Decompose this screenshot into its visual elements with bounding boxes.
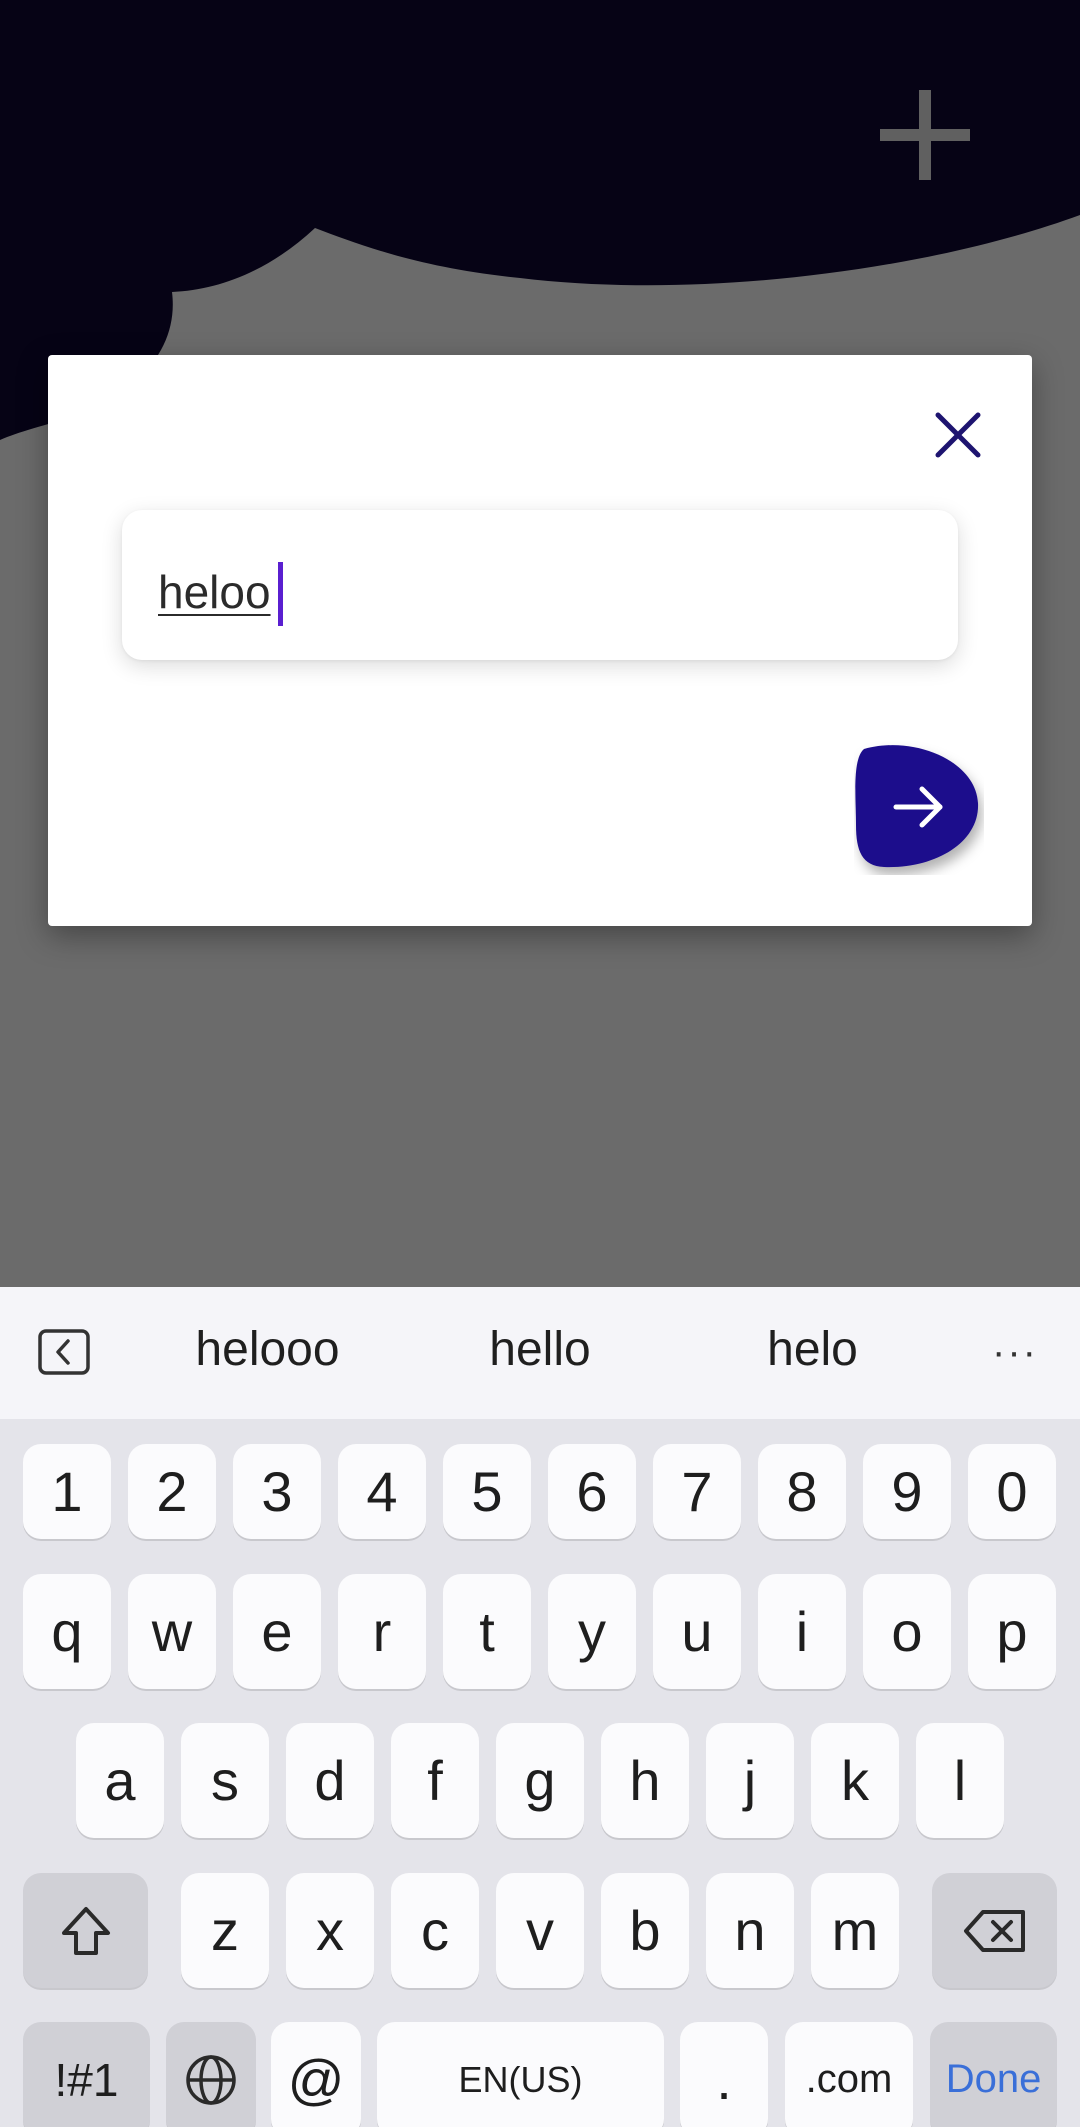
key-2[interactable]: 2	[128, 1444, 216, 1539]
key-0[interactable]: 0	[968, 1444, 1056, 1539]
ellipsis-icon[interactable]: ···	[990, 1327, 1040, 1377]
key-q[interactable]: q	[23, 1574, 111, 1689]
key-5[interactable]: 5	[443, 1444, 531, 1539]
key-c[interactable]: c	[391, 1873, 479, 1988]
input-dialog: heloo	[48, 355, 1032, 926]
key-8[interactable]: 8	[758, 1444, 846, 1539]
at-key[interactable]: @	[271, 2022, 361, 2127]
text-caret	[278, 562, 283, 626]
key-n[interactable]: n	[706, 1873, 794, 1988]
key-a[interactable]: a	[76, 1723, 164, 1838]
key-w[interactable]: w	[128, 1574, 216, 1689]
suggestion-item[interactable]: hello	[420, 1322, 660, 1377]
close-icon	[935, 412, 981, 458]
chevron-left-icon	[38, 1329, 90, 1375]
key-f[interactable]: f	[391, 1723, 479, 1838]
key-m[interactable]: m	[811, 1873, 899, 1988]
key-o[interactable]: o	[863, 1574, 951, 1689]
key-v[interactable]: v	[496, 1873, 584, 1988]
key-g[interactable]: g	[496, 1723, 584, 1838]
period-key[interactable]: .	[680, 2022, 768, 2127]
key-e[interactable]: e	[233, 1574, 321, 1689]
shift-icon	[61, 1906, 110, 1955]
suggestion-back-button[interactable]	[38, 1329, 90, 1375]
key-3[interactable]: 3	[233, 1444, 321, 1539]
input-value: heloo	[158, 566, 271, 618]
key-b[interactable]: b	[601, 1873, 689, 1988]
close-button[interactable]	[918, 395, 998, 475]
key-1[interactable]: 1	[23, 1444, 111, 1539]
submit-button[interactable]	[854, 741, 984, 875]
key-x[interactable]: x	[286, 1873, 374, 1988]
symbols-key[interactable]: !#1	[23, 2022, 150, 2127]
key-7[interactable]: 7	[653, 1444, 741, 1539]
text-input-field[interactable]: heloo	[122, 510, 958, 660]
key-d[interactable]: d	[286, 1723, 374, 1838]
suggestion-bar: helooo hello helo ···	[0, 1287, 1080, 1419]
shift-key[interactable]	[23, 1873, 148, 1988]
language-key[interactable]	[166, 2022, 256, 2127]
soft-keyboard: helooo hello helo ··· 1 2 3 4 5 6 7 8 9 …	[0, 1287, 1080, 2127]
key-p[interactable]: p	[968, 1574, 1056, 1689]
key-t[interactable]: t	[443, 1574, 531, 1689]
key-r[interactable]: r	[338, 1574, 426, 1689]
space-key[interactable]: EN(US)	[377, 2022, 664, 2127]
key-4[interactable]: 4	[338, 1444, 426, 1539]
key-l[interactable]: l	[916, 1723, 1004, 1838]
suggestion-item[interactable]: helo	[695, 1322, 930, 1377]
globe-icon	[186, 2054, 236, 2105]
key-z[interactable]: z	[181, 1873, 269, 1988]
key-i[interactable]: i	[758, 1574, 846, 1689]
key-s[interactable]: s	[181, 1723, 269, 1838]
backspace-key[interactable]	[932, 1873, 1057, 1988]
suggestion-item[interactable]: helooo	[150, 1322, 385, 1377]
key-j[interactable]: j	[706, 1723, 794, 1838]
key-y[interactable]: y	[548, 1574, 636, 1689]
key-9[interactable]: 9	[863, 1444, 951, 1539]
key-h[interactable]: h	[601, 1723, 689, 1838]
dotcom-key[interactable]: .com	[785, 2022, 913, 2127]
key-k[interactable]: k	[811, 1723, 899, 1838]
backspace-icon	[963, 1909, 1025, 1952]
key-6[interactable]: 6	[548, 1444, 636, 1539]
done-key[interactable]: Done	[930, 2022, 1057, 2127]
key-u[interactable]: u	[653, 1574, 741, 1689]
